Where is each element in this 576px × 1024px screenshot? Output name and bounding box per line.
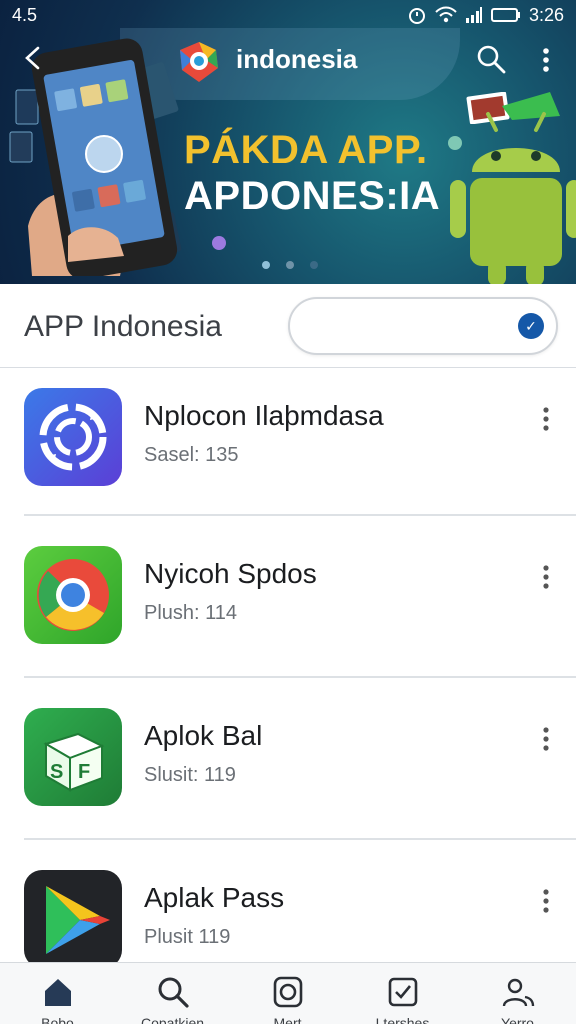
brand-name: indonesia — [236, 44, 358, 74]
play-store-icon — [24, 870, 122, 968]
carousel-dot[interactable] — [310, 261, 318, 269]
title-bar: APP Indonesia ✓ — [0, 284, 576, 368]
status-icons: 3:26 — [407, 5, 564, 26]
status-left-text: 4.5 — [12, 4, 38, 25]
back-button[interactable] — [22, 44, 50, 72]
more-vert-icon[interactable] — [536, 406, 556, 434]
page-title: APP Indonesia — [24, 310, 222, 343]
nav-item-people[interactable]: Yerro — [460, 963, 575, 1024]
list-item[interactable]: Nyicoh Spdos Plush: 114 — [0, 526, 576, 686]
app-name: Nplocon Ilaþmdasa — [144, 400, 384, 431]
search-bar[interactable]: ✓ — [288, 297, 558, 355]
wifi-icon — [435, 6, 457, 23]
banner-headline: PÁKDA APP. — [184, 128, 428, 172]
check-icon[interactable]: ✓ — [518, 313, 544, 339]
divider — [24, 514, 576, 516]
app-subtitle: Sasel: 135 — [144, 444, 239, 466]
carousel-dot[interactable] — [262, 261, 270, 269]
search-icon — [158, 977, 189, 1008]
more-vert-icon[interactable] — [536, 726, 556, 754]
nav-label: Copatkien — [140, 1015, 205, 1024]
divider — [24, 676, 576, 678]
nav-item-search[interactable]: Copatkien — [115, 963, 230, 1024]
bottom-navigation: Bobo Copatkien Mert Ltershes Yerro — [0, 962, 576, 1024]
clock: 3:26 — [528, 4, 564, 25]
nav-item-camera[interactable]: Mert — [230, 963, 345, 1024]
hero-banner[interactable]: indonesia PÁKDA APP. APDONES:IA — [0, 0, 576, 284]
list-item[interactable]: Nplocon Ilaþmdasa Sasel: 135 — [0, 368, 576, 528]
alarm-icon — [408, 8, 425, 24]
camera-icon — [273, 976, 302, 1008]
app-subtitle: Plush: 114 — [144, 602, 238, 624]
android-mascot-icon — [450, 112, 576, 284]
decor-dot — [448, 136, 462, 150]
app-name: Aplok Bal — [144, 720, 263, 751]
search-input[interactable] — [308, 311, 518, 341]
home-icon — [44, 979, 71, 1006]
back-arrow-icon — [25, 46, 40, 70]
chrome-icon — [24, 546, 122, 644]
more-vert-icon[interactable] — [536, 564, 556, 592]
battery-icon — [490, 8, 520, 22]
decor-dot — [212, 236, 226, 250]
nav-label: Yerro — [501, 1015, 534, 1024]
checkbox-icon — [388, 977, 417, 1007]
divider — [24, 838, 576, 840]
app-name: Aplak Pass — [144, 882, 285, 913]
sync-icon — [24, 388, 122, 486]
nav-item-tasks[interactable]: Ltershes — [345, 963, 460, 1024]
search-icon[interactable] — [476, 44, 506, 74]
app-subtitle: Plusit 119 — [144, 926, 231, 948]
carousel-dot[interactable] — [286, 261, 294, 269]
brand-logo-icon — [180, 42, 218, 82]
app-subtitle: Slusit: 119 — [144, 764, 236, 786]
svg-text:S: S — [50, 761, 63, 783]
status-bar: 4.5 3:26 — [0, 0, 576, 30]
more-vert-icon[interactable] — [536, 888, 556, 916]
signal-icon — [465, 7, 482, 23]
svg-text:F: F — [78, 761, 90, 783]
nav-label: Ltershes — [375, 1015, 430, 1024]
nav-item-home[interactable]: Bobo — [0, 963, 115, 1024]
more-vert-icon[interactable] — [536, 46, 556, 76]
nav-label: Bobo — [41, 1015, 74, 1024]
people-icon — [502, 978, 534, 1007]
carousel-indicator[interactable] — [262, 261, 318, 269]
cube-sf-icon: S F — [24, 708, 122, 806]
app-name: Nyicoh Spdos — [144, 558, 317, 589]
list-item[interactable]: S F Aplok Bal Slusit: 119 — [0, 688, 576, 848]
nav-label: Mert — [273, 1015, 302, 1024]
banner-subheadline: APDONES:IA — [184, 174, 441, 218]
